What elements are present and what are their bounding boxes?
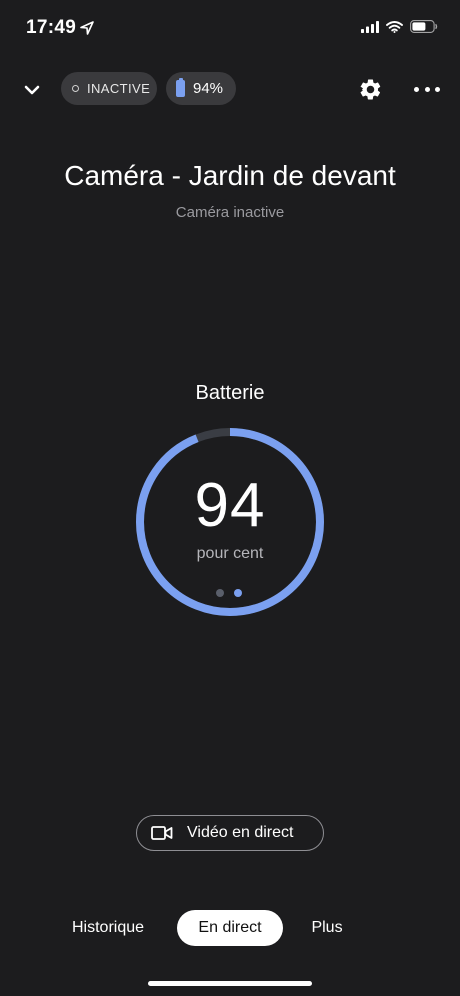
- signal-icon: [361, 20, 379, 33]
- bottom-tabs: Historique En direct Plus: [0, 910, 460, 946]
- battery-pill-label: 94%: [193, 80, 224, 97]
- video-camera-icon: [151, 826, 173, 840]
- battery-gauge-label: Batterie: [195, 382, 265, 404]
- live-video-label: Vidéo en direct: [187, 824, 294, 841]
- device-subtitle: Caméra inactive: [175, 204, 285, 221]
- more-icon[interactable]: [414, 77, 440, 101]
- tab-more[interactable]: Plus: [302, 910, 352, 946]
- live-video-button[interactable]: Vidéo en direct: [136, 815, 324, 851]
- tab-live[interactable]: En direct: [177, 910, 283, 946]
- battery-gauge-value: 94: [194, 471, 266, 540]
- status-pill-label: INACTIVE: [87, 81, 151, 96]
- battery-level-icon: [176, 78, 185, 97]
- tab-history[interactable]: Historique: [60, 910, 156, 946]
- page-dot-2[interactable]: [234, 589, 242, 597]
- status-dot-icon: [72, 85, 79, 92]
- battery-pill: 94%: [166, 72, 236, 105]
- device-title: Caméra - Jardin de devant: [64, 160, 396, 191]
- more-dot: [435, 86, 440, 92]
- battery-icon: [410, 20, 438, 33]
- gear-icon[interactable]: [358, 77, 383, 102]
- location-arrow-icon: [80, 21, 94, 35]
- battery-gauge-unit: pour cent: [196, 545, 264, 562]
- wifi-icon: [386, 20, 403, 33]
- status-pill: INACTIVE: [61, 72, 157, 105]
- status-bar: 17:49: [0, 0, 460, 60]
- page-indicator[interactable]: [216, 589, 242, 597]
- chevron-down-icon[interactable]: [20, 78, 44, 102]
- more-dot: [414, 86, 419, 92]
- home-indicator: [148, 981, 312, 986]
- status-icons: [361, 20, 438, 33]
- more-dot: [424, 86, 430, 92]
- status-time: 17:49: [26, 17, 77, 38]
- page-dot-1[interactable]: [216, 589, 224, 597]
- top-bar: INACTIVE 94%: [0, 70, 460, 110]
